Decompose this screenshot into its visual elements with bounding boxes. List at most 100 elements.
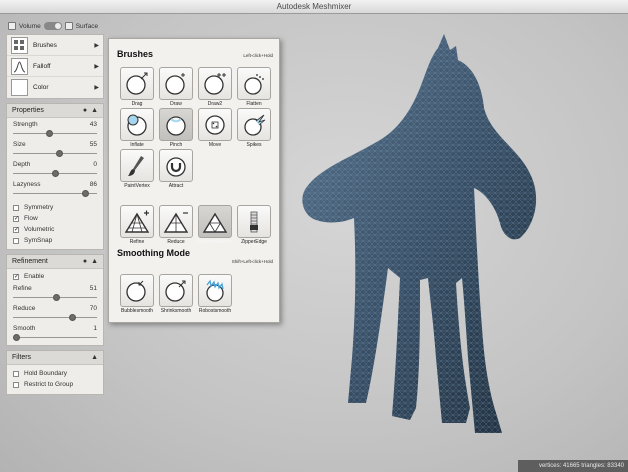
brush-pinch[interactable]: Pinch — [157, 108, 195, 148]
slider-track[interactable] — [13, 130, 97, 137]
surface-icon — [64, 22, 73, 30]
info-icon[interactable]: ● — [83, 107, 87, 114]
smooth-robostsmooth[interactable]: Robostsmooth — [196, 274, 234, 314]
mesh-stats: vertices: 41665 triangles: 83340 — [538, 463, 624, 469]
refinement-header[interactable]: Refinement ● ▲ — [7, 255, 103, 269]
slider-label: Depth — [13, 161, 31, 168]
smoothing-grid: Bubblesmooth Shrinksmooth Robostsmooth — [118, 274, 234, 314]
brush-label: Drag — [131, 101, 143, 107]
slider-knob[interactable] — [52, 170, 59, 177]
properties-header[interactable]: Properties ● ▲ — [7, 104, 103, 118]
slider-knob[interactable] — [13, 334, 21, 341]
brush-paintvertex[interactable]: PaintVertex — [118, 149, 156, 189]
slider-label: Reduce — [13, 305, 36, 312]
slider-knob[interactable] — [68, 314, 76, 321]
brush-spikes[interactable]: Spikes — [235, 108, 273, 148]
pinch-brush-icon — [159, 108, 193, 141]
slider-track[interactable] — [13, 314, 97, 321]
lazyness-slider[interactable]: Lazyness 86 — [7, 178, 103, 198]
strength-slider[interactable]: Strength 43 — [7, 118, 103, 138]
checkbox-label: Hold Boundary — [24, 370, 67, 377]
refine-triangle-icon — [120, 205, 154, 238]
filters-header[interactable]: Filters ▲ — [7, 351, 103, 365]
collapse-icon[interactable]: ▲ — [91, 107, 98, 114]
brush-refine[interactable]: Refine — [118, 205, 156, 245]
slider-knob[interactable] — [52, 294, 60, 301]
restrict-to-group-checkbox[interactable]: Restrict to Group — [7, 379, 103, 390]
collapse-icon[interactable]: ▲ — [91, 258, 98, 265]
slider-value[interactable]: 43 — [90, 121, 97, 128]
checkbox-box[interactable] — [13, 381, 19, 388]
volume-label[interactable]: Volume — [19, 23, 41, 30]
slider-value[interactable]: 51 — [90, 285, 97, 292]
smoothing-hint: Shift+Left-click+Hold — [231, 259, 273, 264]
symmetry-checkbox[interactable]: Symmetry — [7, 202, 103, 213]
settings-icon[interactable]: ● — [83, 258, 87, 265]
size-slider[interactable]: Size 55 — [7, 138, 103, 158]
brush-adaptivereduce[interactable]: AdaptiveReduce — [196, 205, 234, 245]
surface-label[interactable]: Surface — [76, 23, 98, 30]
slider-knob[interactable] — [56, 150, 64, 157]
checkbox-box[interactable]: ✓ — [13, 273, 19, 280]
smooth-bubblesmooth[interactable]: Bubblesmooth — [118, 274, 156, 314]
brush-zipperedge[interactable]: ZipperEdge — [235, 205, 273, 245]
checkbox-box[interactable] — [13, 370, 19, 377]
brush-label: Refine — [129, 239, 145, 245]
slider-track[interactable] — [13, 334, 97, 341]
tool-brushes-label: Brushes — [33, 41, 57, 49]
brush-draw[interactable]: Draw — [157, 67, 195, 107]
mode-toggle[interactable] — [43, 22, 62, 30]
symsnap-checkbox[interactable]: SymSnap — [7, 235, 103, 246]
slider-track[interactable] — [13, 190, 97, 197]
brush-drag[interactable]: Drag — [118, 67, 156, 107]
tool-falloff[interactable]: Falloff ▶ — [7, 56, 103, 77]
flow-checkbox[interactable]: ✓ Flow — [7, 213, 103, 224]
tool-brushes[interactable]: Brushes ▶ — [7, 35, 103, 56]
brush-inflate[interactable]: Inflate — [118, 108, 156, 148]
slider-track[interactable] — [13, 170, 97, 177]
slider-track[interactable] — [13, 294, 97, 301]
enable-checkbox[interactable]: ✓ Enable — [7, 271, 103, 282]
brush-flatten[interactable]: Flatten — [235, 67, 273, 107]
brushes-popup: Brushes Left-click+Hold Drag Draw Draw2 … — [108, 38, 280, 323]
slider-value[interactable]: 0 — [93, 161, 97, 168]
slider-knob[interactable] — [82, 190, 90, 197]
brush-move[interactable]: Move — [196, 108, 234, 148]
filters-title: Filters — [12, 354, 32, 361]
slider-track[interactable] — [13, 150, 97, 157]
brush-label: Spikes — [246, 142, 262, 148]
brush-draw2[interactable]: Draw2 — [196, 67, 234, 107]
checkbox-box[interactable]: ✓ — [13, 215, 19, 222]
slider-value[interactable]: 70 — [90, 305, 97, 312]
slider-value[interactable]: 55 — [90, 141, 97, 148]
checkbox-box[interactable] — [13, 204, 19, 211]
chevron-right-icon: ▶ — [94, 63, 99, 70]
mesh-model[interactable] — [270, 28, 610, 458]
slider-knob[interactable] — [46, 130, 54, 137]
collapse-icon[interactable]: ▲ — [91, 354, 98, 361]
refine-brush-grid: Refine Reduce AdaptiveReduce ZipperEdge — [118, 205, 273, 245]
reduce-slider[interactable]: Reduce 70 — [7, 302, 103, 322]
hold-boundary-checkbox[interactable]: Hold Boundary — [7, 368, 103, 379]
zipper-icon — [237, 205, 271, 238]
smooth-shrinksmooth[interactable]: Shrinksmooth — [157, 274, 195, 314]
smooth-label: Robostsmooth — [198, 308, 232, 314]
brush-reduce[interactable]: Reduce — [157, 205, 195, 245]
checkbox-box[interactable] — [13, 237, 19, 244]
refinement-title: Refinement — [12, 258, 48, 265]
brush-label: Inflate — [130, 142, 144, 148]
robostsmooth-icon — [198, 274, 232, 307]
depth-slider[interactable]: Depth 0 — [7, 158, 103, 178]
brush-attract[interactable]: Attract — [157, 149, 195, 189]
tool-color[interactable]: Color ▶ — [7, 77, 103, 98]
slider-value[interactable]: 86 — [90, 181, 97, 188]
volumetric-checkbox[interactable]: ✓ Volumetric — [7, 224, 103, 235]
status-bar: vertices: 41665 triangles: 83340 — [518, 460, 628, 472]
slider-value[interactable]: 1 — [93, 325, 97, 332]
brush-label: Reduce — [167, 239, 185, 245]
checkbox-box[interactable]: ✓ — [13, 226, 19, 233]
refine-slider[interactable]: Refine 51 — [7, 282, 103, 302]
filters-card: Filters ▲ Hold Boundary Restrict to Grou… — [6, 350, 104, 395]
smooth-label: Bubblesmooth — [121, 308, 153, 314]
smooth-slider[interactable]: Smooth 1 — [7, 322, 103, 342]
